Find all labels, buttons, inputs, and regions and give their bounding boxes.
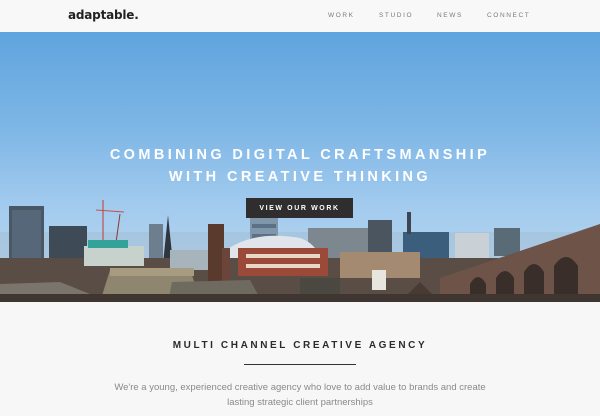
agency-intro-section: MULTI CHANNEL CREATIVE AGENCY We're a yo… <box>0 302 600 416</box>
title-divider <box>244 364 356 365</box>
section-title: MULTI CHANNEL CREATIVE AGENCY <box>172 340 428 351</box>
nav-item-news[interactable]: NEWS <box>437 12 463 19</box>
hero-headline-line1: COMBINING DIGITAL CRAFTSMANSHIP <box>109 147 491 163</box>
view-our-work-button[interactable]: VIEW OUR WORK <box>246 198 353 218</box>
page: adaptable. WORK STUDIO NEWS CONNECT COMB… <box>0 0 600 416</box>
hero-banner: COMBINING DIGITAL CRAFTSMANSHIP WITH CRE… <box>0 32 600 302</box>
hero-headline: COMBINING DIGITAL CRAFTSMANSHIP WITH CRE… <box>0 144 600 188</box>
hero-headline-line2: WITH CREATIVE THINKING <box>168 169 432 185</box>
site-header: adaptable. WORK STUDIO NEWS CONNECT <box>0 0 600 32</box>
intro-text-line2: lasting strategic client partnerships <box>227 397 373 408</box>
intro-text: We're a young, experienced creative agen… <box>60 380 540 410</box>
nav-item-connect[interactable]: CONNECT <box>487 12 530 19</box>
main-nav: WORK STUDIO NEWS CONNECT <box>0 12 600 22</box>
nav-item-studio[interactable]: STUDIO <box>379 12 413 19</box>
intro-text-line1: We're a young, experienced creative agen… <box>114 382 486 393</box>
nav-item-work[interactable]: WORK <box>328 12 355 19</box>
